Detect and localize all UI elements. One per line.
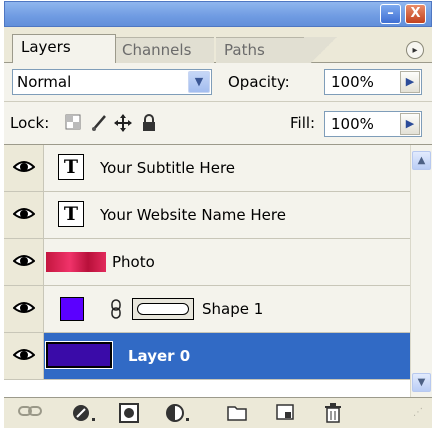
opacity-label: Opacity: <box>228 73 290 91</box>
layer-content[interactable]: Layer 0 <box>44 333 410 379</box>
lock-position-icon[interactable] <box>114 114 132 132</box>
layer-content[interactable]: T Your Subtitle Here <box>44 145 410 191</box>
layer-name: Layer 0 <box>128 347 191 365</box>
lock-label: Lock: <box>10 114 50 132</box>
layer-row[interactable]: Photo <box>4 239 410 286</box>
lock-image-pixels-icon[interactable] <box>90 114 108 132</box>
layer-row[interactable]: T Your Website Name Here <box>4 192 410 239</box>
scroll-down-icon[interactable]: ▼ <box>412 373 431 392</box>
add-mask-icon[interactable] <box>118 403 140 423</box>
eye-icon <box>13 349 35 360</box>
layer-name: Photo <box>112 253 155 271</box>
layer-row-selected[interactable]: Layer 0 <box>4 333 410 380</box>
layers-list: T Your Subtitle Here T Your Website Name… <box>4 145 410 397</box>
layer-name: Shape 1 <box>202 300 264 318</box>
eye-icon <box>13 302 35 313</box>
visibility-toggle[interactable] <box>4 192 44 238</box>
blend-mode-select[interactable]: Normal ▼ <box>12 69 212 95</box>
lock-all-icon[interactable] <box>140 114 158 132</box>
layers-panel: – X Channels Paths Layers ▸ Normal ▼ Opa… <box>4 1 432 428</box>
layer-row[interactable]: T Your Subtitle Here <box>4 145 410 192</box>
visibility-toggle[interactable] <box>4 286 44 332</box>
link-icon <box>111 299 121 319</box>
scroll-up-icon[interactable]: ▲ <box>412 151 431 170</box>
fill-field[interactable]: 100% ▶ <box>324 111 422 137</box>
adjustment-layer-icon[interactable] <box>164 403 192 423</box>
eye-icon <box>13 161 35 172</box>
layer-content[interactable]: Photo <box>44 239 410 285</box>
tab-paths[interactable]: Paths <box>216 37 308 63</box>
layer-name: Your Subtitle Here <box>100 159 236 177</box>
new-group-icon[interactable] <box>226 403 248 423</box>
layers-toolbar: ⋰ <box>4 397 432 428</box>
vector-mask-thumbnail <box>132 298 194 320</box>
fill-value: 100% <box>331 115 374 133</box>
visibility-toggle[interactable] <box>4 145 44 191</box>
delete-layer-icon[interactable] <box>322 403 344 423</box>
lock-row: Lock: Fill: 100% ▶ <box>4 101 432 145</box>
lock-transparent-pixels-icon[interactable] <box>64 114 82 132</box>
blend-row: Normal ▼ Opacity: 100% ▶ <box>4 63 432 101</box>
minimize-icon[interactable]: – <box>380 4 401 24</box>
tab-divider <box>304 37 344 63</box>
opacity-field[interactable]: 100% ▶ <box>324 69 422 95</box>
layer-style-icon[interactable] <box>70 403 98 423</box>
link-layers-icon[interactable] <box>18 403 42 423</box>
shape-fill-thumbnail <box>60 297 84 321</box>
eye-icon <box>13 255 35 266</box>
layer-thumbnail <box>45 341 113 369</box>
visibility-toggle[interactable] <box>4 239 44 285</box>
blend-mode-value: Normal <box>17 73 72 91</box>
layer-content[interactable]: Shape 1 <box>44 286 410 332</box>
eye-icon <box>13 208 35 219</box>
visibility-toggle[interactable] <box>4 333 44 379</box>
opacity-value: 100% <box>331 73 374 91</box>
close-icon[interactable]: X <box>405 4 426 24</box>
panel-titlebar[interactable]: – X <box>4 1 432 27</box>
text-layer-icon: T <box>58 154 84 180</box>
layer-content[interactable]: T Your Website Name Here <box>44 192 410 238</box>
layers-scrollbar[interactable]: ▲ ▼ <box>410 145 432 397</box>
photo-thumbnail <box>46 252 106 272</box>
new-layer-icon[interactable] <box>274 403 296 423</box>
layer-row[interactable]: Shape 1 <box>4 286 410 333</box>
tab-layers[interactable]: Layers <box>12 34 116 63</box>
tab-channels[interactable]: Channels <box>114 37 214 63</box>
chevron-down-icon[interactable]: ▼ <box>188 71 210 93</box>
tab-bar: Channels Paths Layers ▸ <box>4 27 432 63</box>
fill-label: Fill: <box>290 114 316 132</box>
resize-grip-icon[interactable]: ⋰ <box>408 403 428 423</box>
layer-name: Your Website Name Here <box>100 206 286 224</box>
fill-slider-icon[interactable]: ▶ <box>400 113 420 135</box>
text-layer-icon: T <box>58 201 84 227</box>
opacity-slider-icon[interactable]: ▶ <box>400 71 420 93</box>
panel-menu-icon[interactable]: ▸ <box>406 41 424 59</box>
